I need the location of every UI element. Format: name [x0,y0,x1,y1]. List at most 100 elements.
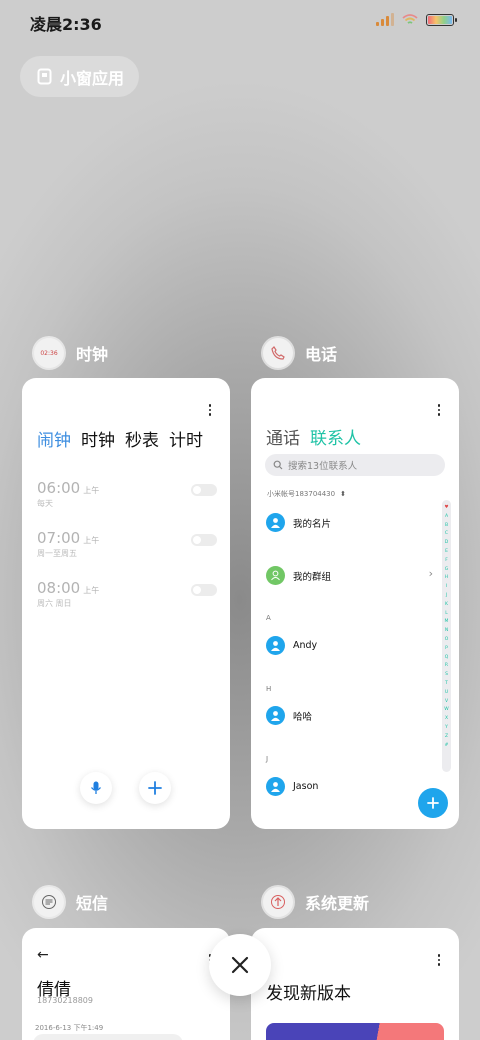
voice-alarm-button[interactable] [80,772,112,804]
clock-app-card[interactable]: 闹钟 时钟 秒表 计时 06:00 上午 每天 07:00 上午 周一至周五 08:… [22,378,230,829]
index-letter[interactable]: Q [445,654,449,663]
contact-row[interactable]: 哈哈 [266,706,312,725]
index-letter[interactable]: # [445,742,449,751]
tab-contacts[interactable]: 联系人 [310,424,361,449]
search-icon [273,460,283,470]
clock-icon-time: 02:36 [40,349,58,357]
index-letter[interactable]: T [445,680,448,689]
update-app-header[interactable]: 系统更新 [263,887,369,917]
index-letter[interactable]: W [444,706,448,715]
phone-app-icon [263,338,293,368]
update-banner-image [266,1023,444,1040]
index-letter[interactable]: E [445,548,448,557]
phone-more-icon[interactable] [437,404,441,416]
contact-name: Jason [293,781,319,792]
index-letter[interactable]: A [445,513,448,522]
update-more-icon[interactable] [437,954,441,966]
signal-icon [376,13,394,26]
alarm-toggle[interactable] [191,584,217,596]
add-alarm-button[interactable] [139,772,171,804]
index-letter[interactable]: U [445,689,448,698]
add-contact-button[interactable] [418,788,448,818]
wifi-icon [402,13,418,24]
alarm-toggle[interactable] [191,484,217,496]
section-letter: H [266,685,272,693]
upgrade-arrow-icon [271,895,285,909]
avatar [266,636,285,655]
alarm-time: 07:00 [37,529,81,547]
contact-search-input[interactable]: 搜索13位联系人 [265,454,445,476]
alarm-toggle[interactable] [191,534,217,546]
sms-app-icon [34,887,64,917]
index-letter[interactable]: I [446,583,447,592]
phone-app-header[interactable]: 电话 [263,338,337,368]
back-arrow-icon[interactable]: ← [37,947,49,963]
plus-icon [148,781,162,795]
tab-calls[interactable]: 通话 [266,424,300,449]
update-app-name: 系统更新 [305,894,370,913]
person-icon [271,711,280,721]
plus-icon [427,797,439,809]
contact-name: 我的群组 [293,571,332,583]
sms-app-card[interactable]: ← 倩倩 18730218809 2016-6-13 下午1:49 [22,928,230,1040]
tab-alarm[interactable]: 闹钟 [37,426,71,451]
contact-row[interactable]: 我的群组 [266,566,331,585]
phone-app-card[interactable]: 通话 联系人 搜索13位联系人 小米帐号183704430 ⬍ 我的名片 我的群组… [251,378,459,829]
person-icon [271,641,280,651]
contact-row[interactable]: Andy [266,636,317,655]
index-letter[interactable]: M [445,618,449,627]
index-letter[interactable]: D [445,539,448,548]
index-letter[interactable]: J [446,592,447,601]
favorite-heart-icon[interactable]: ♥ [444,504,448,513]
avatar [266,513,285,532]
tab-clock[interactable]: 时钟 [81,426,115,451]
contact-name: 我的名片 [293,518,332,530]
tab-timer[interactable]: 计时 [169,426,203,451]
phone-app-name: 电话 [305,345,338,364]
index-letter[interactable]: B [445,522,448,531]
clock-app-icon: 02:36 [34,338,64,368]
avatar [266,566,285,585]
index-letter[interactable]: G [445,566,449,575]
index-letter[interactable]: N [445,627,448,636]
floating-window-apps-button[interactable]: 小窗应用 [20,56,139,97]
alarm-time: 08:00 [37,579,81,597]
status-bar: 凌晨2:36 [0,0,480,42]
group-icon [271,570,280,581]
clock-more-icon[interactable] [208,404,212,416]
alarm-item[interactable]: 08:00 上午 周六 周日 [37,578,217,609]
update-app-card[interactable]: 发现新版本 [251,928,459,1040]
sms-date: 2016-6-13 下午1:49 [35,1024,104,1032]
caret-icon: ⬍ [340,490,346,498]
sms-contact-phone: 18730218809 [37,996,93,1005]
contact-row[interactable]: 我的名片 [266,513,331,532]
index-letter[interactable]: V [445,698,448,707]
index-letter[interactable]: K [445,601,448,610]
index-letter[interactable]: C [445,530,448,539]
alarm-ampm: 上午 [83,486,100,495]
index-letter[interactable]: R [445,662,448,671]
phone-icon [271,346,285,360]
alarm-ampm: 上午 [83,536,100,545]
index-letter[interactable]: L [445,610,448,619]
contact-row[interactable]: Jason [266,777,318,796]
alarm-item[interactable]: 06:00 上午 每天 [37,478,217,509]
account-selector[interactable]: 小米帐号183704430 ⬍ [267,489,346,499]
index-letter[interactable]: S [445,671,448,680]
message-bubble[interactable] [33,1034,183,1040]
index-letter[interactable]: P [445,645,448,654]
index-letter[interactable]: H [445,574,448,583]
alphabet-index[interactable]: ♥ A B C D E F G H I J K L M N O P Q R S T U V W X Y Z # [442,500,451,772]
index-letter[interactable]: O [445,636,449,645]
avatar [266,706,285,725]
index-letter[interactable]: Y [445,724,448,733]
index-letter[interactable]: Z [445,733,448,742]
floating-window-icon [37,68,52,85]
tab-stopwatch[interactable]: 秒表 [125,426,159,451]
sms-app-header[interactable]: 短信 [34,887,108,917]
clock-app-header[interactable]: 02:36 时钟 [34,338,108,368]
alarm-item[interactable]: 07:00 上午 周一至周五 [37,528,217,559]
clear-all-button[interactable] [209,934,271,996]
index-letter[interactable]: F [445,557,448,566]
index-letter[interactable]: X [445,715,448,724]
